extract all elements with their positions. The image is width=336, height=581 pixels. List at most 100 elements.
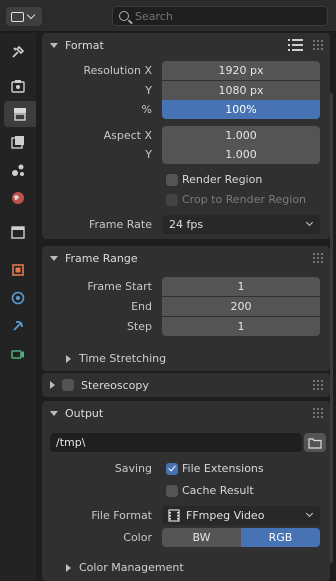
collapse-arrow-icon — [50, 42, 58, 48]
tab-world[interactable] — [4, 185, 32, 211]
tab-physics[interactable] — [4, 285, 32, 311]
view-layer-icon — [11, 136, 24, 149]
render-region-label: Render Region — [182, 173, 263, 186]
frame-end-label: End — [131, 300, 152, 313]
expand-arrow-icon — [66, 563, 71, 572]
render-region-checkbox[interactable] — [166, 174, 178, 186]
tab-render[interactable] — [4, 73, 32, 99]
expand-arrow-icon — [50, 381, 55, 389]
resolution-percent-label: % — [141, 103, 152, 116]
file-format-dropdown[interactable]: FFmpeg Video — [162, 506, 320, 525]
world-icon — [12, 192, 24, 204]
stereoscopy-panel-header[interactable]: Stereoscopy — [42, 373, 330, 397]
file-format-label: File Format — [91, 509, 152, 522]
drag-handle-icon[interactable] — [312, 407, 324, 419]
drag-handle-icon[interactable] — [312, 39, 324, 51]
search-input[interactable] — [135, 9, 305, 23]
tab-constraint[interactable] — [4, 313, 32, 339]
search-box[interactable] — [112, 6, 328, 26]
format-panel: Format Resolution X 1920 px Y 1080 px % … — [42, 33, 330, 239]
panel-title: Format — [65, 38, 104, 52]
stereoscopy-checkbox[interactable] — [62, 379, 74, 391]
aspect-x-field[interactable]: 1.000 — [162, 126, 320, 145]
properties-content: Format Resolution X 1920 px Y 1080 px % … — [38, 33, 336, 581]
search-icon — [119, 11, 129, 21]
frame-start-label: Frame Start — [87, 280, 152, 293]
resolution-y-label: Y — [145, 84, 152, 97]
resolution-y-field[interactable]: 1080 px — [162, 81, 320, 100]
scene-icon — [12, 164, 24, 176]
physics-icon — [11, 291, 25, 305]
tab-object[interactable] — [4, 257, 32, 283]
color-bw-button[interactable]: BW — [162, 528, 241, 547]
resolution-x-label: Resolution X — [83, 64, 152, 77]
chevron-down-icon — [305, 218, 314, 227]
crop-region-checkbox[interactable] — [166, 194, 178, 206]
resolution-percent-slider[interactable]: 100% — [162, 100, 320, 119]
subpanel-title: Time Stretching — [79, 352, 167, 365]
properties-editor-icon — [11, 11, 24, 22]
tool-icon — [12, 45, 25, 58]
browse-folder-button[interactable] — [304, 433, 326, 452]
properties-header — [0, 0, 336, 32]
render-icon — [11, 80, 25, 93]
properties-tabs — [0, 33, 36, 581]
camera-data-icon — [11, 350, 24, 359]
frame-rate-dropdown[interactable]: 24 fps — [162, 215, 320, 234]
saving-label: Saving — [114, 462, 152, 475]
format-panel-header[interactable]: Format — [42, 33, 330, 57]
chevron-down-icon — [26, 10, 36, 20]
subpanel-title: Color Management — [79, 561, 184, 574]
panel-title: Stereoscopy — [81, 378, 149, 392]
color-label: Color — [123, 531, 152, 544]
folder-icon — [308, 437, 322, 449]
expand-arrow-icon — [66, 354, 71, 363]
frame-range-panel-header[interactable]: Frame Range — [42, 246, 330, 270]
chevron-down-icon — [305, 509, 314, 518]
frame-range-panel: Frame Range Frame Start 1 End 200 Step 1… — [42, 246, 330, 371]
cache-result-label: Cache Result — [182, 484, 254, 497]
color-management-subpanel[interactable]: Color Management — [66, 561, 184, 574]
frame-rate-value: 24 fps — [169, 218, 204, 231]
tab-view-layer[interactable] — [4, 129, 32, 155]
stereoscopy-panel: Stereoscopy — [42, 373, 330, 397]
drag-handle-icon[interactable] — [312, 252, 324, 264]
file-extensions-checkbox[interactable] — [166, 463, 178, 475]
collapse-arrow-icon — [50, 255, 58, 261]
editor-type-button[interactable] — [6, 7, 42, 26]
aspect-x-label: Aspect X — [103, 129, 152, 142]
object-icon — [12, 264, 24, 276]
aspect-y-label: Y — [145, 148, 152, 161]
frame-start-field[interactable]: 1 — [162, 277, 320, 296]
presets-icon[interactable] — [288, 38, 304, 52]
cache-result-checkbox[interactable] — [166, 485, 178, 497]
aspect-y-field[interactable]: 1.000 — [162, 145, 320, 164]
output-panel-header[interactable]: Output — [42, 401, 330, 425]
resolution-x-field[interactable]: 1920 px — [162, 61, 320, 80]
tab-camera-data[interactable] — [4, 341, 32, 367]
panel-title: Frame Range — [65, 251, 138, 265]
frame-step-label: Step — [126, 320, 152, 333]
frame-end-field[interactable]: 200 — [162, 297, 320, 316]
file-extensions-label: File Extensions — [182, 462, 264, 475]
output-panel: Output /tmp\ Saving File Extensions Cach… — [42, 401, 330, 581]
collection-icon — [11, 226, 25, 239]
output-path-input[interactable]: /tmp\ — [50, 433, 302, 452]
output-icon — [14, 108, 26, 121]
tab-tool[interactable] — [4, 39, 32, 65]
tab-collection[interactable] — [4, 219, 32, 245]
color-rgb-button[interactable]: RGB — [241, 528, 320, 547]
file-format-value: FFmpeg Video — [186, 509, 265, 522]
collapse-arrow-icon — [50, 410, 58, 416]
constraint-icon — [13, 320, 23, 331]
frame-rate-label: Frame Rate — [89, 218, 152, 231]
tab-output[interactable] — [4, 101, 36, 127]
panel-title: Output — [65, 406, 104, 420]
scrollbar[interactable] — [330, 93, 333, 563]
frame-step-field[interactable]: 1 — [162, 317, 320, 336]
time-stretching-subpanel[interactable]: Time Stretching — [66, 352, 166, 365]
tab-scene[interactable] — [4, 157, 32, 183]
film-icon — [168, 509, 180, 522]
crop-region-label: Crop to Render Region — [182, 193, 307, 206]
drag-handle-icon[interactable] — [312, 379, 324, 391]
